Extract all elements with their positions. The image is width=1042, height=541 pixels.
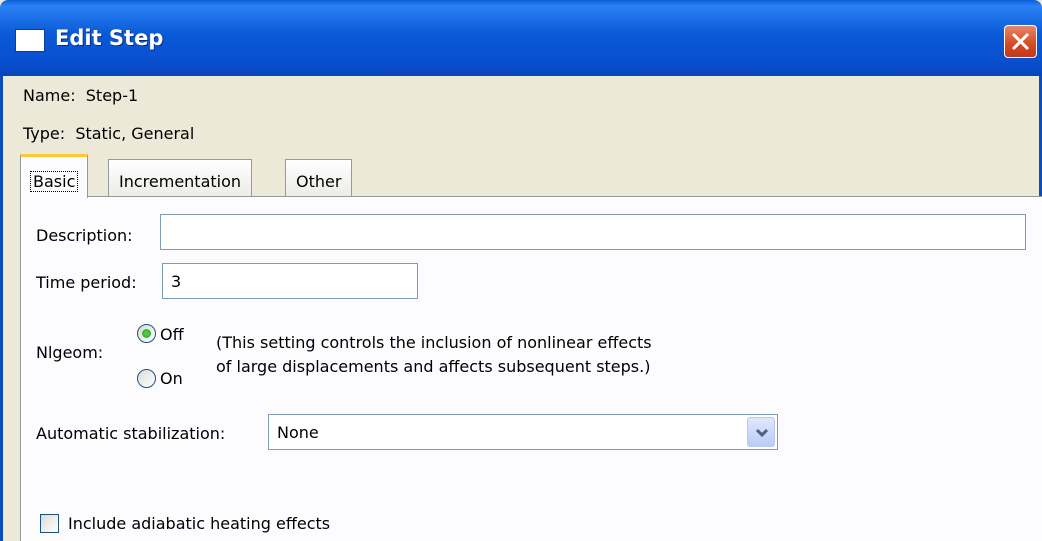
stabilization-value: None [277,423,319,442]
adiabatic-label[interactable]: Include adiabatic heating effects [68,514,330,533]
adiabatic-checkbox[interactable] [40,514,59,533]
close-icon [1011,32,1030,51]
nlgeom-off-radio[interactable] [137,324,156,343]
nlgeom-off-label[interactable]: Off [160,325,184,344]
chevron-down-icon [755,428,769,438]
window-title: Edit Step [55,26,164,50]
radio-selected-dot [142,329,151,338]
stabilization-label: Automatic stabilization: [36,424,226,443]
time-period-input[interactable]: 3 [162,263,418,299]
time-period-label: Time period: [36,273,137,292]
type-label: Type: [23,124,66,143]
tab-basic-label: Basic [29,171,79,192]
name-value: Step-1 [85,86,139,105]
description-input[interactable] [160,214,1026,250]
nlgeom-note-line2: of large displacements and affects subse… [216,357,651,376]
nlgeom-note-line1: (This setting controls the inclusion of … [216,333,652,352]
tab-other[interactable]: Other [285,159,353,197]
tab-incrementation[interactable]: Incrementation [108,159,253,197]
tab-basic[interactable]: Basic [20,154,89,198]
nlgeom-label: Nlgeom: [36,343,104,362]
window-icon [16,30,44,51]
nlgeom-on-radio[interactable] [137,369,156,388]
dropdown-button[interactable] [747,417,775,447]
type-value: Static, General [75,124,195,143]
type-row: Type: Static, General [23,124,194,143]
stabilization-select[interactable]: None [268,414,778,450]
title-bar[interactable]: Edit Step [0,0,1042,76]
name-row: Name: Step-1 [23,86,138,105]
tab-incrementation-label: Incrementation [119,172,242,191]
close-button[interactable] [1004,25,1037,58]
nlgeom-on-label[interactable]: On [160,369,183,388]
tab-other-label: Other [296,172,342,191]
edit-step-dialog: Edit Step Name: Step-1 Type: Static, Gen… [0,0,1042,541]
description-label: Description: [36,226,133,245]
name-label: Name: [23,86,76,105]
